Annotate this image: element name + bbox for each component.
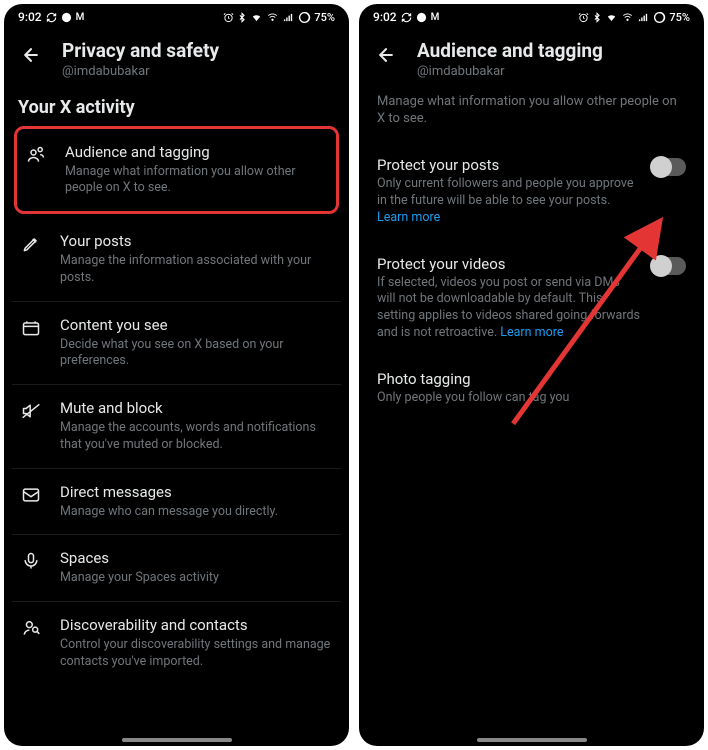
setting-title: Photo tagging (377, 370, 686, 388)
setting-desc: If selected, videos you post or send via… (377, 275, 640, 343)
page-title: Audience and tagging (417, 40, 690, 63)
setting-title: Protect your posts (377, 156, 640, 174)
app-header: Audience and tagging @imdabubakar (359, 26, 704, 89)
item-desc: Manage the accounts, words and notificat… (60, 420, 331, 454)
home-indicator[interactable] (477, 738, 587, 742)
item-title: Mute and block (60, 399, 331, 418)
pencil-icon (20, 233, 42, 255)
settings-list: Audience and tagging Manage what informa… (4, 124, 349, 746)
highlight-box: Audience and tagging Manage what informa… (14, 126, 339, 215)
item-spaces[interactable]: Spaces Manage your Spaces activity (12, 535, 341, 602)
mic-icon (20, 550, 42, 572)
signal-icon (637, 12, 650, 23)
battery-circle-icon (653, 11, 666, 24)
status-bar: 9:02 M 75% (359, 4, 704, 26)
item-direct-messages[interactable]: Direct messages Manage who can message y… (12, 469, 341, 536)
setting-desc: Only people you follow can tag you (377, 390, 686, 407)
item-desc: Decide what you see on X based on your p… (60, 337, 331, 371)
status-left: 9:02 M (18, 10, 84, 24)
bluetooth-icon (592, 12, 602, 23)
setting-title: Protect your videos (377, 255, 640, 273)
phone-left: 9:02 M 75% Privacy and safety @imdabubak… (4, 4, 349, 746)
arrow-left-icon (376, 45, 396, 65)
app-header: Privacy and safety @imdabubakar (4, 26, 349, 89)
page-title: Privacy and safety (62, 40, 335, 63)
reddit-icon (416, 12, 427, 23)
alarm-icon (578, 12, 589, 23)
alarm-icon (223, 12, 234, 23)
reddit-icon (61, 12, 72, 23)
item-content-you-see[interactable]: Content you see Decide what you see on X… (12, 302, 341, 386)
status-app-label: M (76, 12, 85, 23)
battery-circle-icon (298, 11, 311, 24)
item-discoverability[interactable]: Discoverability and contacts Control you… (12, 602, 341, 685)
vowifi-icon (621, 12, 634, 23)
item-title: Discoverability and contacts (60, 616, 331, 635)
item-title: Your posts (60, 232, 331, 251)
item-title: Content you see (60, 316, 331, 335)
bluetooth-icon (237, 12, 247, 23)
phone-right: 9:02 M 75% Audience and tagging @imdabub… (359, 4, 704, 746)
item-desc: Manage your Spaces activity (60, 570, 331, 587)
learn-more-link[interactable]: Learn more (377, 210, 440, 225)
item-title: Spaces (60, 549, 331, 568)
back-button[interactable] (18, 42, 44, 68)
arrow-left-icon (21, 45, 41, 65)
header-titles: Audience and tagging @imdabubakar (417, 40, 690, 79)
status-left: 9:02 M (373, 10, 439, 24)
envelope-icon (20, 484, 42, 506)
item-desc: Manage the information associated with y… (60, 253, 331, 287)
status-bar: 9:02 M 75% (4, 4, 349, 26)
people-icon (25, 144, 47, 166)
status-right: 75% (223, 11, 335, 24)
setting-protect-videos[interactable]: Protect your videos If selected, videos … (359, 239, 704, 355)
setting-photo-tagging[interactable]: Photo tagging Only people you follow can… (359, 354, 704, 419)
signal-icon (282, 12, 295, 23)
content-icon (20, 317, 42, 339)
wifi-icon (605, 12, 618, 23)
sync-icon (401, 12, 412, 23)
page-intro: Manage what information you allow other … (359, 89, 704, 140)
status-app-label: M (431, 12, 440, 23)
status-time: 9:02 (373, 10, 397, 24)
header-titles: Privacy and safety @imdabubakar (62, 40, 335, 79)
mute-icon (20, 400, 42, 422)
learn-more-link[interactable]: Learn more (500, 325, 563, 340)
item-audience-tagging[interactable]: Audience and tagging Manage what informa… (17, 129, 336, 212)
item-mute-block[interactable]: Mute and block Manage the accounts, word… (12, 385, 341, 469)
person-search-icon (20, 617, 42, 639)
item-title: Direct messages (60, 483, 331, 502)
back-button[interactable] (373, 42, 399, 68)
protect-videos-toggle[interactable] (652, 257, 686, 275)
item-title: Audience and tagging (65, 143, 326, 162)
item-your-posts[interactable]: Your posts Manage the information associ… (12, 218, 341, 302)
section-title: Your X activity (4, 89, 349, 124)
setting-desc: Only current followers and people you ap… (377, 176, 640, 227)
sync-icon (46, 12, 57, 23)
home-indicator[interactable] (122, 738, 232, 742)
page-handle: @imdabubakar (62, 64, 335, 79)
status-battery: 75% (669, 11, 690, 24)
status-battery: 75% (314, 11, 335, 24)
vowifi-icon (266, 12, 279, 23)
page-handle: @imdabubakar (417, 64, 690, 79)
item-desc: Manage who can message you directly. (60, 504, 331, 521)
item-desc: Control your discoverability settings an… (60, 637, 331, 671)
item-desc: Manage what information you allow other … (65, 164, 326, 198)
protect-posts-toggle[interactable] (652, 158, 686, 176)
status-right: 75% (578, 11, 690, 24)
status-time: 9:02 (18, 10, 42, 24)
wifi-icon (250, 12, 263, 23)
setting-protect-posts[interactable]: Protect your posts Only current follower… (359, 140, 704, 239)
